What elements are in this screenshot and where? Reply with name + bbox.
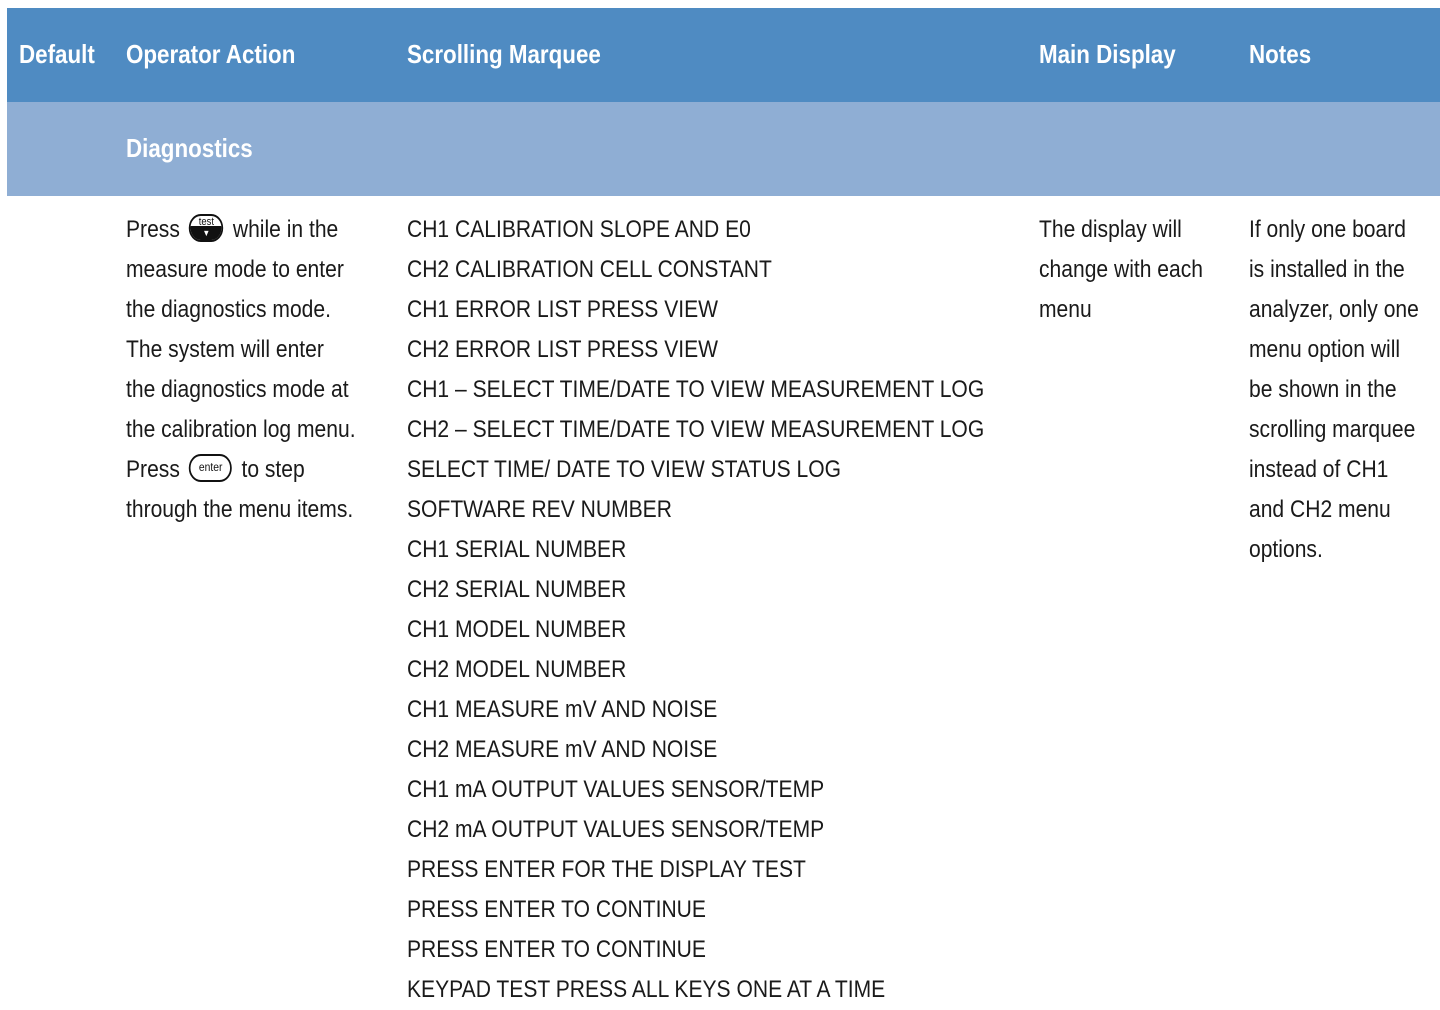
marquee-item: CH2 MODEL NUMBER: [407, 656, 627, 683]
marquee-item: CH1 – SELECT TIME/DATE TO VIEW MEASUREME…: [407, 376, 985, 403]
operator-text: the diagnostics mode at: [126, 376, 349, 403]
section-row: Diagnostics: [7, 102, 1440, 196]
section-title: Diagnostics: [126, 133, 253, 163]
marquee-item: CH2 mA OUTPUT VALUES SENSOR/TEMP: [407, 816, 825, 843]
operator-text: through the menu items.: [126, 496, 354, 523]
notes-text: is installed in the: [1249, 256, 1405, 283]
main-display-text: The display will: [1039, 216, 1182, 243]
enter-key-icon: enter: [189, 453, 233, 482]
marquee-item: PRESS ENTER TO CONTINUE: [407, 936, 706, 963]
marquee-item: CH1 CALIBRATION SLOPE AND E0: [407, 216, 751, 243]
marquee-item: CH2 MEASURE mV AND NOISE: [407, 736, 718, 763]
operator-text: The system will enter: [126, 336, 324, 363]
header-default: Default: [19, 39, 95, 69]
operator-text: Press: [126, 216, 180, 243]
down-arrow-icon: ▼: [190, 226, 222, 240]
marquee-item: KEYPAD TEST PRESS ALL KEYS ONE AT A TIME: [407, 976, 886, 1003]
marquee-item: PRESS ENTER TO CONTINUE: [407, 896, 706, 923]
notes-text: instead of CH1: [1249, 456, 1389, 483]
operator-text: the diagnostics mode.: [126, 296, 331, 323]
notes-text: menu option will: [1249, 336, 1401, 363]
notes-text: If only one board: [1249, 216, 1406, 243]
test-key-label: test: [198, 215, 214, 228]
marquee-item: PRESS ENTER FOR THE DISPLAY TEST: [407, 856, 806, 883]
notes-text: options.: [1249, 536, 1323, 563]
notes-text: and CH2 menu: [1249, 496, 1391, 523]
notes-text: be shown in the: [1249, 376, 1397, 403]
marquee-item: CH1 ERROR LIST PRESS VIEW: [407, 296, 719, 323]
test-key-icon: test ▼: [189, 213, 224, 242]
marquee-item: CH2 – SELECT TIME/DATE TO VIEW MEASUREME…: [407, 416, 985, 443]
operator-text: to step: [241, 456, 305, 483]
marquee-item: CH2 CALIBRATION CELL CONSTANT: [407, 256, 772, 283]
main-display-text: menu: [1039, 296, 1092, 323]
marquee-item: CH1 mA OUTPUT VALUES SENSOR/TEMP: [407, 776, 825, 803]
header-notes: Notes: [1249, 39, 1312, 69]
table-body: Press test ▼ while in the measure mode t…: [7, 196, 1440, 1004]
marquee-item: SELECT TIME/ DATE TO VIEW STATUS LOG: [407, 456, 841, 483]
operator-text: Press: [126, 456, 180, 483]
scrolling-marquee-cell: CH1 CALIBRATION SLOPE AND E0 CH2 CALIBRA…: [407, 210, 1027, 1010]
operator-text: while in the: [232, 216, 339, 243]
notes-text: scrolling marquee: [1249, 416, 1416, 443]
notes-cell: If only one board is installed in the an…: [1249, 210, 1440, 570]
header-operator-action: Operator Action: [126, 39, 296, 69]
table-header: Default Operator Action Scrolling Marque…: [7, 8, 1440, 102]
marquee-item: CH1 MODEL NUMBER: [407, 616, 627, 643]
marquee-item: CH1 SERIAL NUMBER: [407, 536, 627, 563]
header-scrolling-marquee: Scrolling Marquee: [407, 39, 601, 69]
operator-action-cell: Press test ▼ while in the measure mode t…: [126, 210, 396, 530]
marquee-item: CH2 SERIAL NUMBER: [407, 576, 627, 603]
operator-text: measure mode to enter: [126, 256, 344, 283]
notes-text: analyzer, only one: [1249, 296, 1419, 323]
header-main-display: Main Display: [1039, 39, 1176, 69]
marquee-item: CH1 MEASURE mV AND NOISE: [407, 696, 718, 723]
main-display-text: change with each: [1039, 256, 1204, 283]
marquee-item: SOFTWARE REV NUMBER: [407, 496, 672, 523]
main-display-cell: The display will change with each menu: [1039, 210, 1239, 330]
marquee-item: CH2 ERROR LIST PRESS VIEW: [407, 336, 719, 363]
operator-text: the calibration log menu.: [126, 416, 356, 443]
